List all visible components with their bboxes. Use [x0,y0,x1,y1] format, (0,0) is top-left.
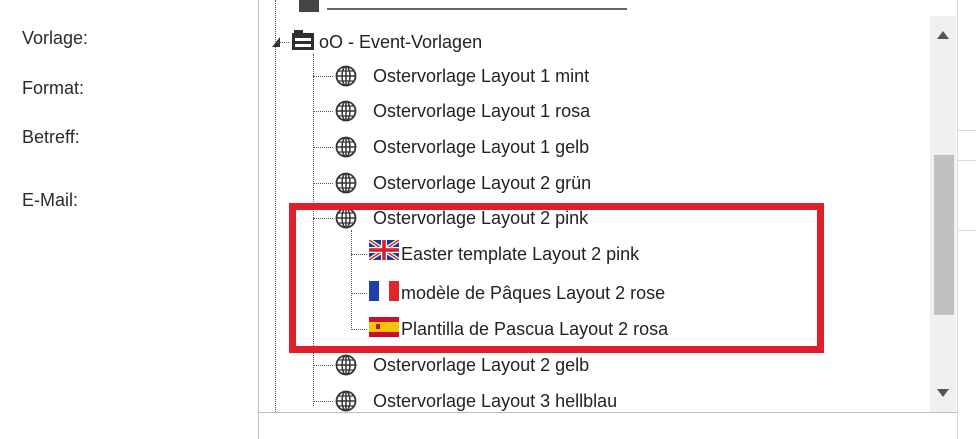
tree-folder-row[interactable]: oO - Event-Vorlagen [259,24,939,60]
tree-item[interactable]: Ostervorlage Layout 1 mint [259,58,939,94]
betreff-label: Betreff: [22,127,80,147]
scroll-up-arrow-icon[interactable] [936,30,950,40]
item-label: Ostervorlage Layout 1 gelb [373,137,590,157]
globe-icon [335,172,357,194]
item-label: Ostervorlage Layout 2 grün [373,173,592,193]
item-label: Ostervorlage Layout 3 hellblau [373,391,618,411]
panel-divider [258,412,259,439]
globe-icon [335,65,357,87]
item-label: Ostervorlage Layout 1 mint [373,66,590,86]
folder-icon [299,0,319,12]
tree-item[interactable]: Ostervorlage Layout 3 hellblau [259,383,939,412]
folder-icon [292,30,314,50]
folder-label: oO - Event-Vorlagen [319,32,483,52]
globe-icon [335,136,357,158]
scrollbar-thumb[interactable] [934,155,954,315]
tree-item[interactable]: Ostervorlage Layout 1 rosa [259,93,939,129]
globe-icon [335,100,357,122]
scroll-down-arrow-icon[interactable] [936,388,950,398]
vorlage-label: Vorlage: [22,28,89,48]
globe-icon [335,354,357,376]
tree-item[interactable]: Ostervorlage Layout 2 grün [259,165,939,201]
item-label: Ostervorlage Layout 1 rosa [373,101,591,121]
globe-icon [335,390,357,412]
adjacent-panel-edge [957,0,976,439]
format-label: Format: [22,78,85,98]
email-label: E-Mail: [22,190,79,210]
highlight-box [289,203,824,353]
tree-item[interactable]: Ostervorlage Layout 1 gelb [259,129,939,165]
cut-off-row [327,8,627,10]
